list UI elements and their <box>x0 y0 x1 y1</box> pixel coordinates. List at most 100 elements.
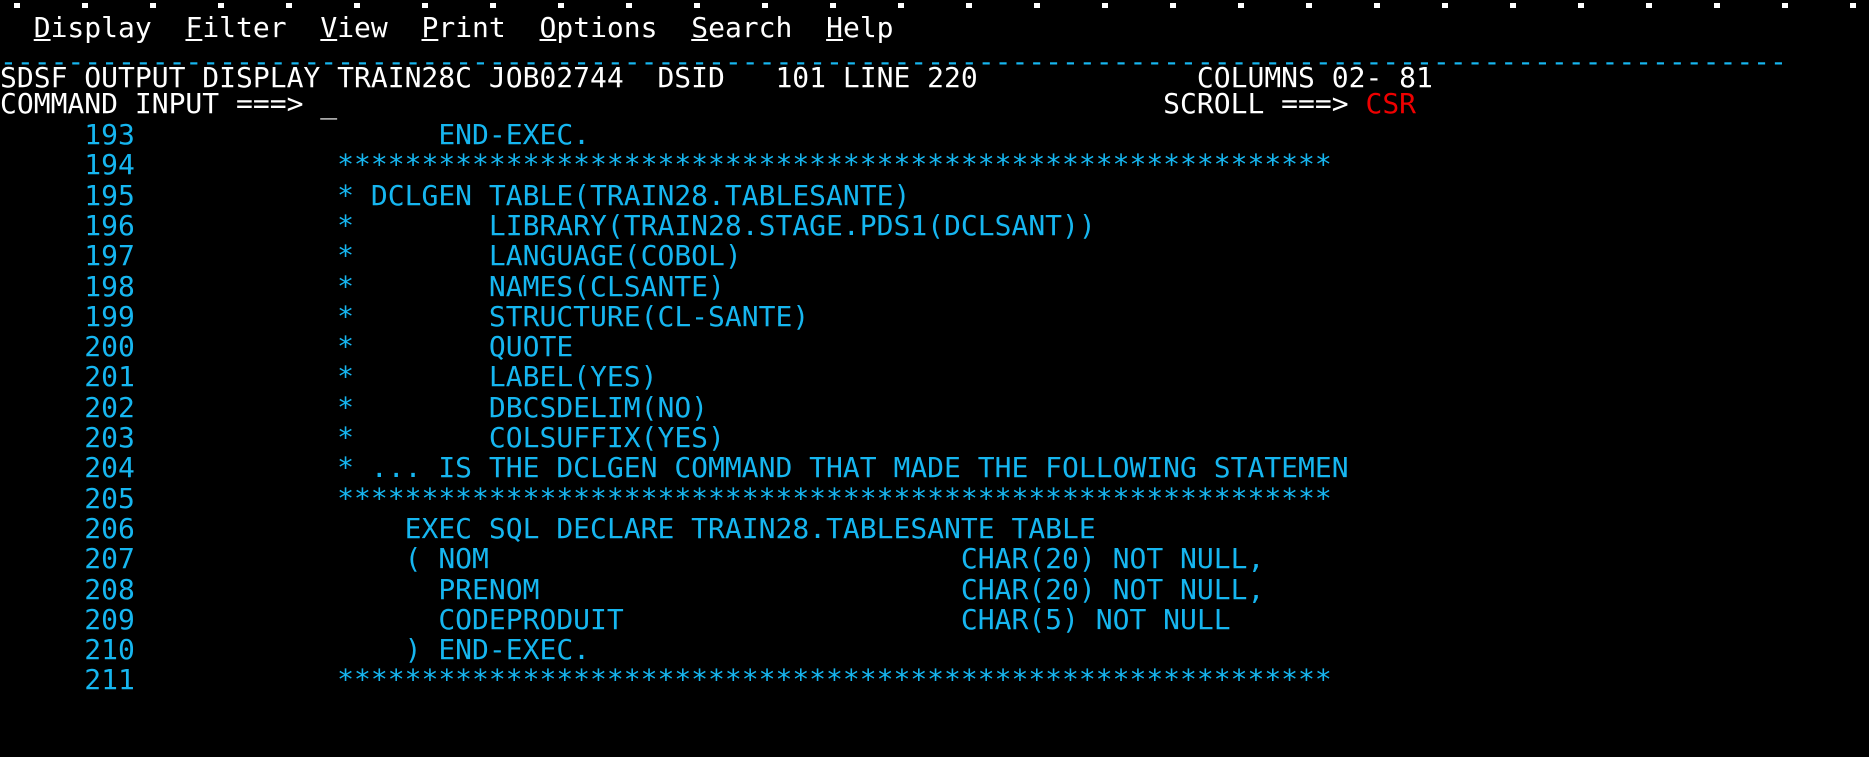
action-bar-item-help[interactable]: Help <box>826 11 893 44</box>
action-bar-item-search[interactable]: Search <box>691 11 792 44</box>
output-line-number: 199 <box>0 300 135 333</box>
action-bar-item-print[interactable]: Print <box>421 11 505 44</box>
output-line-gutter <box>135 239 304 272</box>
output-line-number: 207 <box>0 542 135 575</box>
action-bar-item-label: ilter <box>202 11 287 44</box>
output-line-gutter <box>135 360 304 393</box>
action-bar-gap <box>152 11 186 44</box>
action-bar-gap <box>287 11 321 44</box>
output-line-number: 210 <box>0 633 135 666</box>
output-line-gutter <box>135 118 304 151</box>
output-line-number: 194 <box>0 148 135 181</box>
action-bar-pad <box>0 11 34 44</box>
output-line-text: ) END-EXEC. <box>303 633 591 667</box>
output-line-number-value: 194 <box>84 148 135 182</box>
clipped-dot <box>966 3 972 8</box>
output-line-number-value: 198 <box>84 269 135 303</box>
clipped-dot <box>1170 3 1176 8</box>
action-bar-item-options[interactable]: Options <box>540 11 658 44</box>
output-line-gutter <box>135 542 304 575</box>
output-line-number: 195 <box>0 179 135 212</box>
output-line-text: * LIBRARY(TRAIN28.STAGE.PDS1(DCLSANT)) <box>303 208 1096 242</box>
output-line-number-value: 193 <box>84 118 135 151</box>
clipped-dot <box>1374 3 1380 8</box>
output-line-gutter <box>135 209 304 242</box>
output-line-text: PRENOM CHAR(20) NOT NULL, <box>303 572 1265 606</box>
clipped-dot <box>762 3 768 8</box>
clipped-dot <box>14 3 20 8</box>
output-line-number-value: 202 <box>84 390 135 424</box>
output-line-number: 204 <box>0 451 135 484</box>
clipped-dot <box>150 3 156 8</box>
clipped-dot <box>490 3 496 8</box>
action-bar-item-label: isplay <box>50 11 152 44</box>
action-bar-gap <box>388 11 422 44</box>
action-bar[interactable]: Display Filter View Print Options Search… <box>0 12 1869 43</box>
clipped-dot <box>830 3 836 8</box>
action-bar-item-view[interactable]: View <box>320 11 387 44</box>
output-line-text: * LABEL(YES) <box>303 360 658 394</box>
clipped-dot <box>422 3 428 8</box>
output-line: 208 PRENOM CHAR(20) NOT NULL, <box>0 574 1869 605</box>
mnemonic-letter: V <box>320 11 338 44</box>
output-line-number-value: 201 <box>84 360 135 394</box>
clipped-dot <box>1510 3 1516 8</box>
output-line: 198 * NAMES(CLSANTE) <box>0 271 1869 302</box>
action-bar-item-display[interactable]: Display <box>34 11 152 44</box>
output-line-number: 196 <box>0 209 135 242</box>
output-line-number: 193 <box>0 118 135 151</box>
output-line-number: 202 <box>0 391 135 424</box>
command-input-field[interactable]: _ <box>320 87 337 120</box>
output-line-text: * COLSUFFIX(YES) <box>303 421 725 454</box>
output-line-text: * QUOTE <box>303 330 574 364</box>
action-bar-gap <box>506 11 540 44</box>
output-line-gutter <box>135 482 304 515</box>
clipped-dot <box>1102 3 1108 8</box>
output-line-gutter <box>135 330 304 363</box>
output-line-gutter <box>135 512 304 545</box>
output-line-number: 197 <box>0 239 135 272</box>
output-line-text: ****************************************… <box>303 481 1332 515</box>
output-line-text: * DBCSDELIM(NO) <box>303 390 709 424</box>
output-line: 211 ************************************… <box>0 664 1869 695</box>
scroll-amount-field[interactable]: CSR <box>1365 87 1416 120</box>
output-line-number: 201 <box>0 360 135 393</box>
output-line-gutter <box>135 663 304 696</box>
output-line: 195 * DCLGEN TABLE(TRAIN28.TABLESANTE) <box>0 180 1869 211</box>
clipped-dot <box>898 3 904 8</box>
output-line-text: * NAMES(CLSANTE) <box>303 269 725 303</box>
scroll-gap <box>1349 87 1366 120</box>
action-bar-item-label: ptions <box>556 11 658 44</box>
output-line-gutter <box>135 270 304 303</box>
output-line-number-value: 210 <box>84 633 135 667</box>
output-line: 206 EXEC SQL DECLARE TRAIN28.TABLESANTE … <box>0 513 1869 544</box>
output-line-number: 208 <box>0 573 135 606</box>
output-line-gutter <box>135 633 304 666</box>
output-line-number-value: 207 <box>84 542 135 576</box>
mnemonic-letter: P <box>421 11 439 44</box>
action-bar-item-filter[interactable]: Filter <box>185 11 286 44</box>
action-bar-item-label: elp <box>842 11 894 44</box>
output-line-number: 203 <box>0 421 135 454</box>
output-line-number-value: 200 <box>84 330 135 364</box>
output-line: 201 * LABEL(YES) <box>0 361 1869 392</box>
clipped-dot <box>694 3 700 8</box>
command-input-line[interactable]: COMMAND INPUT ===> _ SCROLL ===> CSR <box>0 88 1869 119</box>
action-bar-item-label: iew <box>337 11 388 44</box>
output-line: 194 ************************************… <box>0 149 1869 180</box>
command-gap <box>303 87 320 120</box>
output-line-number: 211 <box>0 663 135 696</box>
sdsf-terminal-screen: Display Filter View Print Options Search… <box>0 0 1869 757</box>
output-line-number-value: 203 <box>84 421 135 454</box>
clipped-dot <box>1578 3 1584 8</box>
clipped-dot <box>1442 3 1448 8</box>
output-line-gutter <box>135 451 304 484</box>
output-line-text: * LANGUAGE(COBOL) <box>303 239 742 273</box>
clipped-dot <box>82 3 88 8</box>
output-line: 196 * LIBRARY(TRAIN28.STAGE.PDS1(DCLSANT… <box>0 210 1869 241</box>
output-line: 205 ************************************… <box>0 483 1869 514</box>
output-line-number-value: 205 <box>84 481 135 515</box>
clipped-dot <box>354 3 360 8</box>
output-line-number-value: 196 <box>84 208 135 242</box>
output-line-text: * STRUCTURE(CL-SANTE) <box>303 299 810 333</box>
